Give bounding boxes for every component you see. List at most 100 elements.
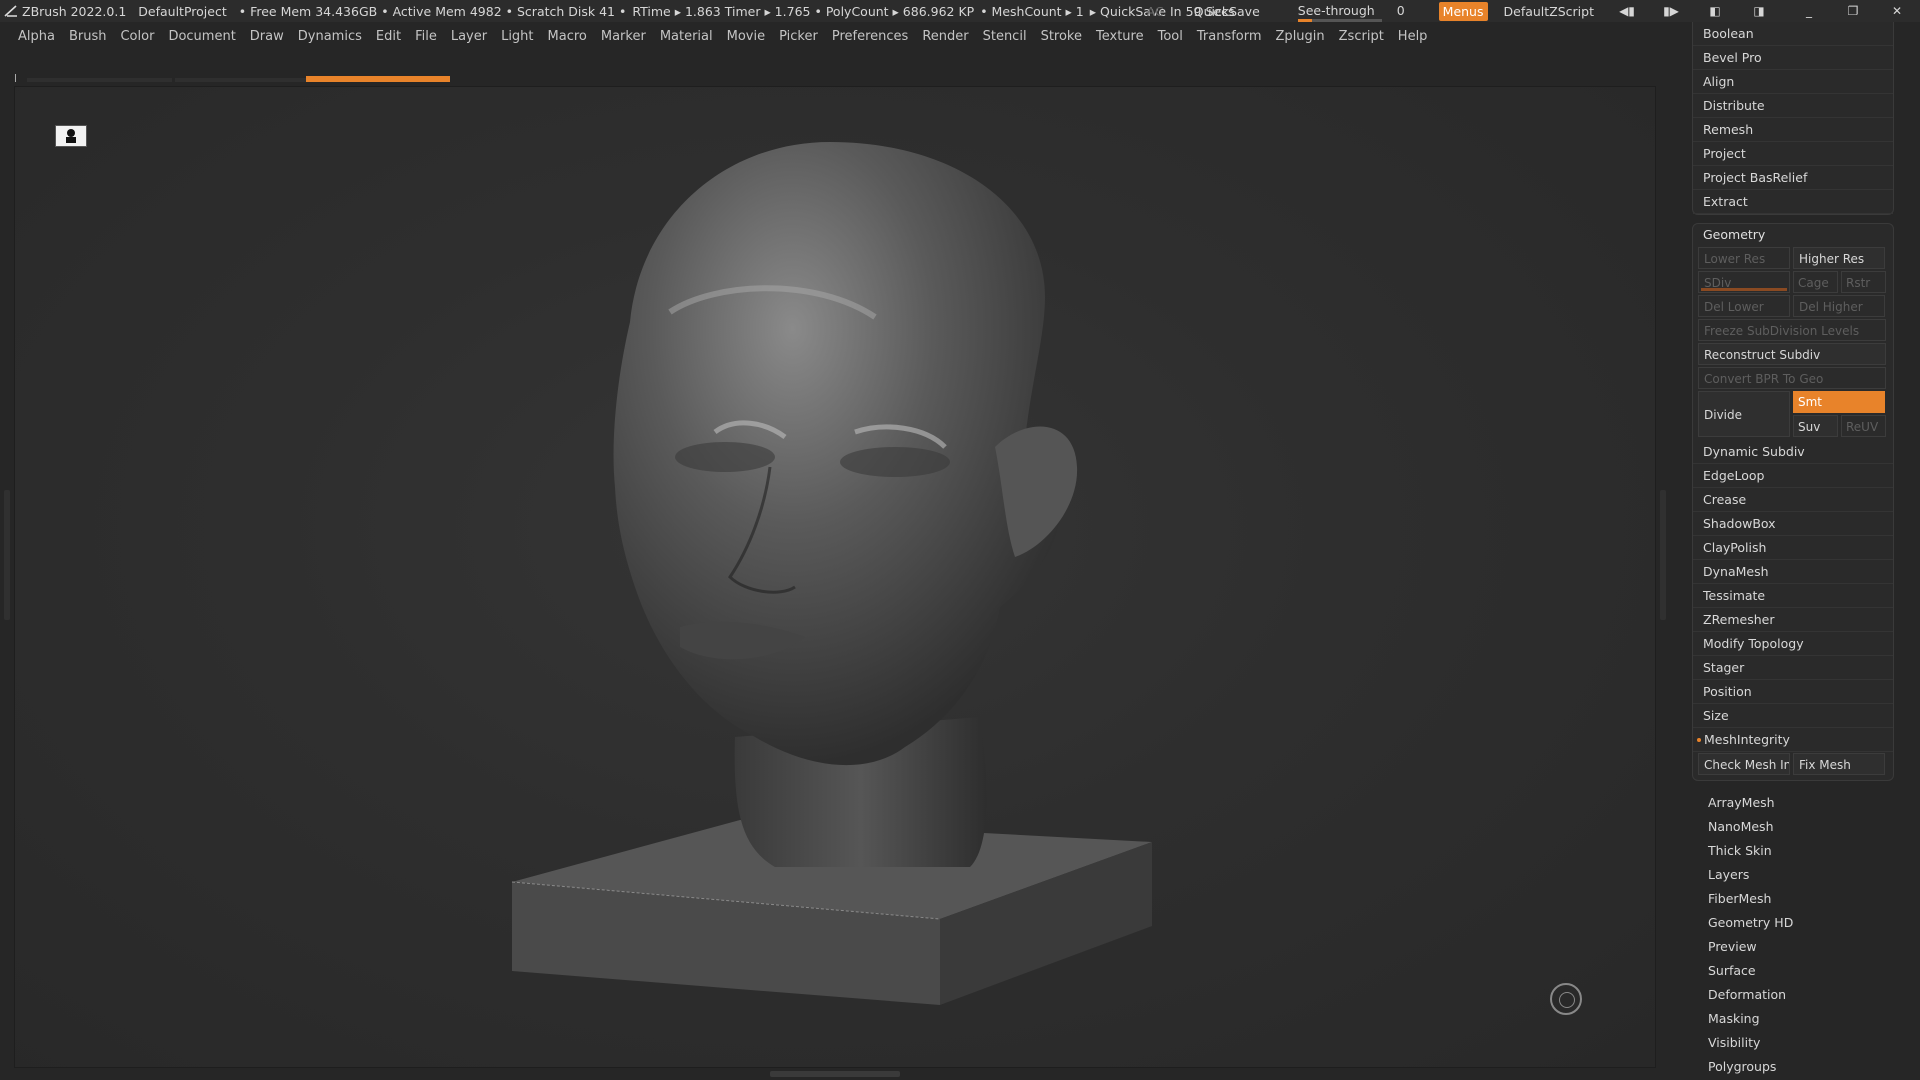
geometry-sub-nanomesh[interactable]: NanoMesh bbox=[1708, 815, 1894, 839]
shelf-right-icon[interactable]: ▮▶ bbox=[1660, 4, 1682, 18]
subpalette-extract[interactable]: Extract bbox=[1693, 190, 1893, 214]
project-name[interactable]: DefaultProject bbox=[138, 4, 226, 19]
sdiv-slider[interactable]: SDiv bbox=[1698, 271, 1790, 293]
subpalette-distribute[interactable]: Distribute bbox=[1693, 94, 1893, 118]
geometry-dynamesh[interactable]: DynaMesh bbox=[1693, 560, 1893, 584]
geometry-crease[interactable]: Crease bbox=[1693, 488, 1893, 512]
geometry-sub-fibermesh[interactable]: FiberMesh bbox=[1708, 887, 1894, 911]
menu-macro[interactable]: Macro bbox=[548, 29, 587, 44]
geometry-items: Dynamic Subdiv EdgeLoop Crease ShadowBox Cla… bbox=[1693, 440, 1893, 728]
smt-toggle[interactable]: Smt bbox=[1793, 391, 1885, 413]
menu-stroke[interactable]: Stroke bbox=[1041, 29, 1082, 44]
close-icon[interactable]: ✕ bbox=[1886, 4, 1908, 18]
geometry-sub-thick-skin[interactable]: Thick Skin bbox=[1708, 839, 1894, 863]
fix-mesh-button[interactable]: Fix Mesh bbox=[1793, 753, 1885, 775]
geometry-shadowbox[interactable]: ShadowBox bbox=[1693, 512, 1893, 536]
geometry-edgeloop[interactable]: EdgeLoop bbox=[1693, 464, 1893, 488]
geometry-dynamic-subdiv[interactable]: Dynamic Subdiv bbox=[1693, 440, 1893, 464]
menu-transform[interactable]: Transform bbox=[1197, 29, 1262, 44]
menu-layer[interactable]: Layer bbox=[451, 29, 487, 44]
menu-stencil[interactable]: Stencil bbox=[983, 29, 1027, 44]
geometry-sub-arraymesh[interactable]: ArrayMesh bbox=[1708, 791, 1894, 815]
suv-toggle[interactable]: Suv bbox=[1793, 415, 1838, 437]
reuv-toggle[interactable]: ReUV bbox=[1841, 415, 1886, 437]
divide-button[interactable]: Divide bbox=[1698, 391, 1790, 437]
subpalette-remesh[interactable]: Remesh bbox=[1693, 118, 1893, 142]
menu-marker[interactable]: Marker bbox=[601, 29, 646, 44]
geometry-position[interactable]: Position bbox=[1693, 680, 1893, 704]
check-mesh-integrity-button[interactable]: Check Mesh Inte bbox=[1698, 753, 1790, 775]
zbrush-logo-icon bbox=[0, 0, 22, 22]
menu-draw[interactable]: Draw bbox=[250, 29, 284, 44]
tab-2[interactable] bbox=[175, 78, 315, 82]
menu-zplugin[interactable]: Zplugin bbox=[1276, 29, 1325, 44]
menu-light[interactable]: Light bbox=[501, 29, 533, 44]
menus-button[interactable]: Menus bbox=[1438, 1, 1488, 21]
zscript-button[interactable]: DefaultZScript bbox=[1504, 4, 1595, 19]
tab-1[interactable] bbox=[27, 78, 172, 82]
see-through-slider[interactable]: See-through 0 bbox=[1297, 3, 1417, 22]
freeze-subdivision-button[interactable]: Freeze SubDivision Levels bbox=[1698, 319, 1886, 341]
del-lower-button[interactable]: Del Lower bbox=[1698, 295, 1790, 317]
mesh-integrity-header[interactable]: MeshIntegrity bbox=[1693, 728, 1893, 752]
subpalette-project[interactable]: Project bbox=[1693, 142, 1893, 166]
menu-preferences[interactable]: Preferences bbox=[832, 29, 908, 44]
menu-alpha[interactable]: Alpha bbox=[18, 29, 55, 44]
reconstruct-subdiv-button[interactable]: Reconstruct Subdiv bbox=[1698, 343, 1886, 365]
swap-layout-icon[interactable]: ◨ bbox=[1748, 4, 1770, 18]
geometry-stager[interactable]: Stager bbox=[1693, 656, 1893, 680]
menu-tool[interactable]: Tool bbox=[1158, 29, 1183, 44]
sculpt-head-model[interactable] bbox=[15, 87, 1657, 1069]
geometry-sub-deformation[interactable]: Deformation bbox=[1708, 983, 1894, 1007]
shelf-left-icon[interactable]: ◀▮ bbox=[1616, 4, 1638, 18]
tab-active[interactable] bbox=[306, 76, 450, 82]
cage-button[interactable]: Cage bbox=[1793, 271, 1838, 293]
ac-label[interactable]: AC bbox=[1147, 4, 1164, 19]
restore-icon[interactable]: ❐ bbox=[1842, 4, 1864, 18]
subpalette-boolean[interactable]: Boolean bbox=[1693, 22, 1893, 46]
layout-icon[interactable]: ◧ bbox=[1704, 4, 1726, 18]
menu-texture[interactable]: Texture bbox=[1096, 29, 1144, 44]
geometry-modify-topology[interactable]: Modify Topology bbox=[1693, 632, 1893, 656]
minimize-icon[interactable]: _ bbox=[1798, 4, 1820, 18]
menu-edit[interactable]: Edit bbox=[376, 29, 401, 44]
quicksave-button[interactable]: QuickSave bbox=[1194, 4, 1260, 19]
geometry-size[interactable]: Size bbox=[1693, 704, 1893, 728]
subpalette-bevel-pro[interactable]: Bevel Pro bbox=[1693, 46, 1893, 70]
canvas-viewport[interactable] bbox=[14, 86, 1656, 1068]
lower-res-button[interactable]: Lower Res bbox=[1698, 247, 1790, 269]
convert-bpr-button[interactable]: Convert BPR To Geo bbox=[1698, 367, 1886, 389]
geometry-sub-visibility[interactable]: Visibility bbox=[1708, 1031, 1894, 1055]
menu-material[interactable]: Material bbox=[660, 29, 713, 44]
menu-zscript[interactable]: Zscript bbox=[1339, 29, 1384, 44]
sdiv-track bbox=[1701, 288, 1787, 291]
left-tray-handle[interactable] bbox=[4, 490, 10, 620]
geometry-sub-polygroups[interactable]: Polygroups bbox=[1708, 1055, 1894, 1079]
higher-res-button[interactable]: Higher Res bbox=[1793, 247, 1885, 269]
geometry-sub-layers[interactable]: Layers bbox=[1708, 863, 1894, 887]
menu-help[interactable]: Help bbox=[1398, 29, 1428, 44]
right-tray-handle[interactable] bbox=[1660, 490, 1666, 620]
menu-brush[interactable]: Brush bbox=[69, 29, 107, 44]
menu-movie[interactable]: Movie bbox=[727, 29, 765, 44]
geometry-zremesher[interactable]: ZRemesher bbox=[1693, 608, 1893, 632]
navigation-gizmo-icon[interactable] bbox=[1550, 983, 1582, 1015]
geometry-sub-geometry-hd[interactable]: Geometry HD bbox=[1708, 911, 1894, 935]
menu-picker[interactable]: Picker bbox=[779, 29, 818, 44]
geometry-tessimate[interactable]: Tessimate bbox=[1693, 584, 1893, 608]
menu-dynamics[interactable]: Dynamics bbox=[298, 29, 362, 44]
subpalette-project-basrelief[interactable]: Project BasRelief bbox=[1693, 166, 1893, 190]
menu-render[interactable]: Render bbox=[922, 29, 968, 44]
geometry-sub-masking[interactable]: Masking bbox=[1708, 1007, 1894, 1031]
menu-color[interactable]: Color bbox=[120, 29, 154, 44]
menu-document[interactable]: Document bbox=[168, 29, 235, 44]
geometry-header[interactable]: Geometry bbox=[1693, 224, 1893, 246]
menu-file[interactable]: File bbox=[415, 29, 437, 44]
bottom-tray-handle[interactable] bbox=[770, 1071, 900, 1077]
geometry-sub-preview[interactable]: Preview bbox=[1708, 935, 1894, 959]
rstr-button[interactable]: Rstr bbox=[1841, 271, 1886, 293]
del-higher-button[interactable]: Del Higher bbox=[1793, 295, 1885, 317]
geometry-sub-surface[interactable]: Surface bbox=[1708, 959, 1894, 983]
subpalette-align[interactable]: Align bbox=[1693, 70, 1893, 94]
geometry-claypolish[interactable]: ClayPolish bbox=[1693, 536, 1893, 560]
